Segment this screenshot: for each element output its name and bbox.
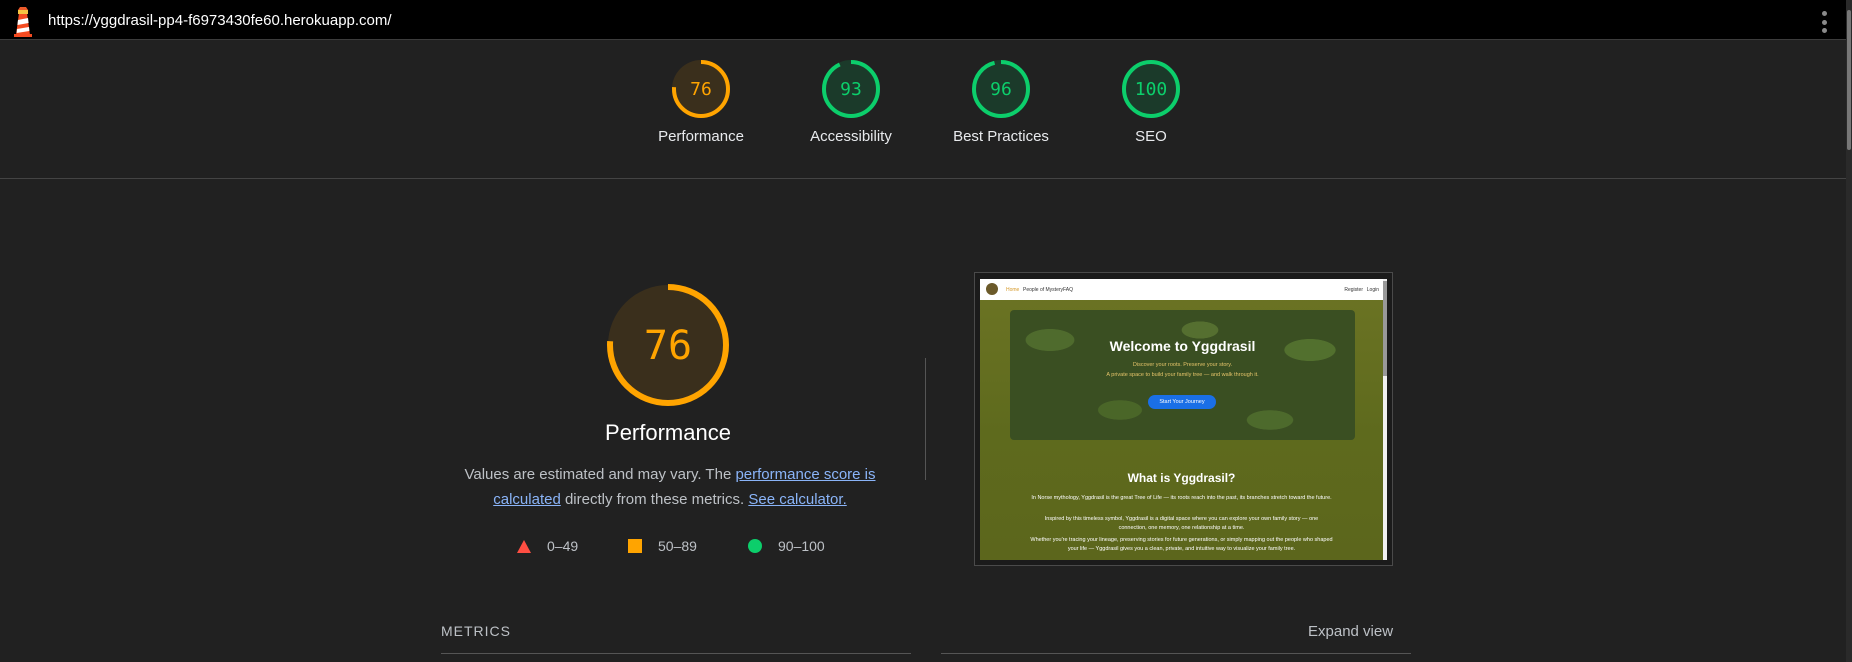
gauge-accessibility[interactable]: 93 Accessibility: [791, 58, 911, 145]
thumb-nav-people: People of Mystery: [1023, 287, 1064, 293]
triangle-icon: [517, 539, 531, 553]
thumb-hero: Welcome to Yggdrasil Discover your roots…: [1010, 310, 1355, 440]
thumb-nav-faq: FAQ: [1063, 287, 1074, 293]
page-scrollbar[interactable]: [1846, 0, 1852, 662]
performance-gauge-ring: 76: [607, 284, 729, 406]
legend-average-label: 50–89: [658, 538, 697, 554]
lighthouse-icon: [14, 7, 32, 37]
thumb-nav-login: Login: [1366, 287, 1379, 293]
thumb-hero-sub1: Discover your roots. Preserve your story…: [1132, 362, 1233, 368]
metrics-heading: METRICS: [441, 623, 511, 639]
thumb-nav-home: Home: [1006, 287, 1020, 293]
thumb-paragraph-1: In Norse mythology, Yggdrasil is the gre…: [1031, 495, 1332, 501]
legend-pass-label: 90–100: [778, 538, 825, 554]
legend-pass: 90–100: [748, 538, 825, 554]
gauge-label: Best Practices: [953, 128, 1049, 145]
gauge-score: 100: [1135, 79, 1168, 100]
performance-score: 76: [644, 323, 692, 369]
gauge-seo[interactable]: 100 SEO: [1091, 58, 1211, 145]
gauge-best-practices[interactable]: 96 Best Practices: [941, 58, 1061, 145]
thumb-nav-register: Register: [1344, 287, 1363, 293]
site-logo-icon: [986, 283, 998, 295]
tools-menu-icon[interactable]: [1822, 11, 1828, 33]
gauge-ring: 76: [672, 60, 730, 118]
expand-view-toggle[interactable]: Expand view: [1308, 623, 1393, 640]
thumb-hero-sub2: A private space to build your family tre…: [1106, 372, 1259, 378]
final-screenshot[interactable]: Home People of Mystery FAQ Register Logi…: [974, 272, 1393, 566]
score-description: Values are estimated and may vary. The p…: [455, 462, 885, 512]
thumb-scrollbar: [1383, 279, 1387, 560]
gauge-label: Accessibility: [810, 128, 892, 145]
performance-title: Performance: [605, 420, 731, 445]
description-text-2: directly from these metrics.: [560, 491, 749, 508]
legend-fail: 0–49: [517, 538, 578, 554]
metrics-rule-left: [441, 653, 911, 654]
thumb-paragraph-2: Inspired by this timeless symbol, Yggdra…: [1044, 516, 1319, 531]
legend-fail-label: 0–49: [547, 538, 579, 554]
thumb-hero-button: Start Your Journey: [1148, 395, 1216, 409]
see-calculator-link[interactable]: See calculator.: [748, 491, 846, 508]
gauge-label: Performance: [658, 128, 744, 145]
performance-gauge: 76 Performance: [568, 283, 768, 446]
thumb-navbar: Home People of Mystery FAQ Register Logi…: [980, 279, 1387, 300]
circle-icon: [748, 539, 762, 553]
gauge-score: 76: [690, 79, 712, 100]
gauge-label: SEO: [1135, 128, 1167, 145]
gauge-performance[interactable]: 76 Performance: [641, 58, 761, 145]
screenshot-image: Home People of Mystery FAQ Register Logi…: [980, 279, 1387, 560]
legend-average: 50–89: [628, 538, 697, 554]
gauge-score: 96: [990, 79, 1012, 100]
gauge-ring: 96: [972, 60, 1030, 118]
description-text-1: Values are estimated and may vary. The: [464, 466, 736, 483]
score-gauges: 76 Performance 93 Accessibility 96 Best Pract…: [0, 40, 1852, 179]
square-icon: [628, 539, 642, 553]
metrics-rule-right: [941, 653, 1411, 654]
gauge-ring: 100: [1122, 60, 1180, 118]
thumb-section-title: What is Yggdrasil?: [1127, 471, 1236, 485]
thumb-hero-title: Welcome to Yggdrasil: [1109, 338, 1256, 354]
divider: [925, 358, 926, 480]
report-url[interactable]: https://yggdrasil-pp4-f6973430fe60.herok…: [48, 12, 392, 29]
thumb-paragraph-3: Whether you're tracing your lineage, pre…: [1030, 537, 1333, 552]
report-topbar: https://yggdrasil-pp4-f6973430fe60.herok…: [0, 0, 1852, 40]
gauge-score: 93: [840, 79, 862, 100]
gauge-ring: 93: [822, 60, 880, 118]
